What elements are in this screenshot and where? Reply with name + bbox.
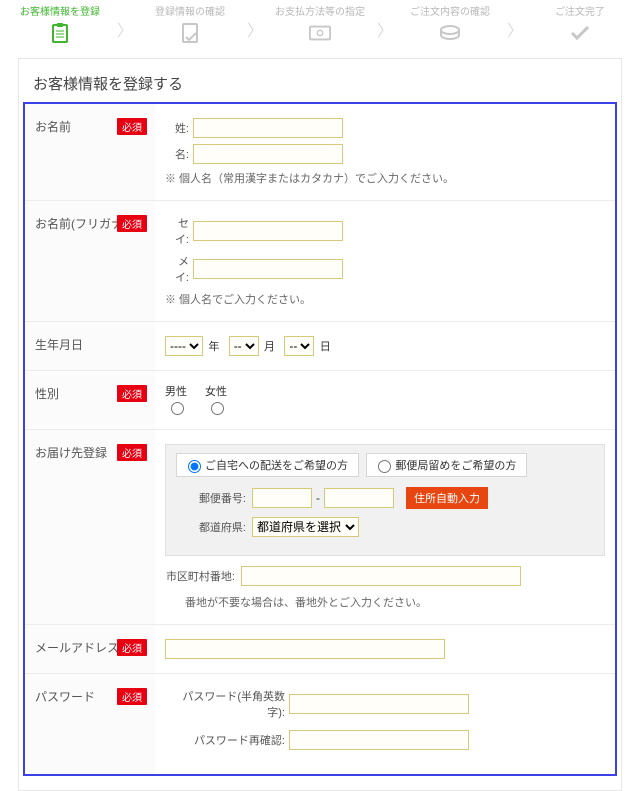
required-badge: 必須: [117, 215, 147, 232]
step-complete: ご注文完了: [534, 6, 626, 44]
required-badge: 必須: [117, 688, 147, 705]
pref-label: 都道府県:: [176, 519, 246, 535]
label-kana: お名前(フリガナ) 必須: [25, 201, 155, 322]
chevron-right-icon: 〉: [247, 24, 263, 40]
password-confirm-label: パスワード再確認:: [165, 732, 285, 748]
firstname-label: 名:: [165, 146, 189, 162]
chevron-right-icon: 〉: [377, 24, 393, 40]
step-payment: お支払方法等の指定: [274, 6, 366, 44]
kana-note: ※ 個人名でご入力ください。: [165, 291, 605, 307]
email-input[interactable]: [165, 639, 445, 659]
gender-male-label: 男性: [165, 385, 187, 399]
city-label: 市区町村番地:: [165, 568, 235, 584]
firstname-input[interactable]: [193, 144, 343, 164]
delivery-home-radio[interactable]: [188, 460, 201, 473]
zip-label: 郵便番号:: [176, 490, 246, 506]
delivery-office-radio[interactable]: [378, 460, 391, 473]
birth-day-select[interactable]: --: [284, 336, 314, 356]
label-birth: 生年月日: [25, 322, 155, 371]
required-badge: 必須: [117, 118, 147, 135]
label-gender: 性別 必須: [25, 371, 155, 430]
required-badge: 必須: [117, 639, 147, 656]
address-block: ご自宅への配送をご希望の方 郵便局留めをご希望の方 郵便番号: -: [165, 444, 605, 556]
chevron-right-icon: 〉: [117, 24, 133, 40]
page-title: お客様情報を登録する: [19, 59, 621, 102]
required-badge: 必須: [117, 385, 147, 402]
required-badge: 必須: [117, 444, 147, 461]
document-check-icon: [179, 22, 201, 44]
money-icon: [309, 22, 331, 44]
address-autofill-button[interactable]: 住所自動入力: [406, 487, 488, 509]
label-password: パスワード 必須: [25, 674, 155, 775]
zip1-input[interactable]: [252, 488, 312, 508]
zip2-input[interactable]: [324, 488, 394, 508]
step-confirm-info: 登録情報の確認: [144, 6, 236, 44]
checkout-steps: お客様情報を登録 〉 登録情報の確認 〉 お支払方法等の指定 〉 ご注文内容の確…: [0, 0, 640, 48]
delivery-home-tab[interactable]: ご自宅への配送をご希望の方: [176, 453, 359, 477]
label-name: お名前 必須: [25, 104, 155, 201]
kana-firstname-label: メイ:: [165, 253, 189, 285]
birth-month-select[interactable]: --: [229, 336, 259, 356]
clipboard-icon: [49, 22, 71, 44]
kana-lastname-label: セイ:: [165, 215, 189, 247]
gender-female-radio[interactable]: [211, 402, 224, 415]
name-note: ※ 個人名（常用漢字またはカタカナ）でご入力ください。: [165, 170, 605, 186]
label-address: お届け先登録 必須: [25, 430, 155, 625]
coin-icon: [439, 22, 461, 44]
password-input[interactable]: [289, 694, 469, 714]
lastname-input[interactable]: [193, 118, 343, 138]
prefecture-select[interactable]: 都道府県を選択: [252, 517, 359, 537]
check-icon: [569, 22, 591, 44]
birth-year-select[interactable]: ----: [165, 336, 203, 356]
form-table: お名前 必須 姓: 名: ※ 個人名（常用漢字またはカタカナ）でご入力ください。: [25, 104, 615, 774]
delivery-office-tab[interactable]: 郵便局留めをご希望の方: [366, 453, 527, 477]
city-note: 番地が不要な場合は、番地外とご入力ください。: [185, 594, 605, 610]
gender-female-label: 女性: [205, 385, 227, 399]
city-input[interactable]: [241, 566, 521, 586]
kana-firstname-input[interactable]: [193, 259, 343, 279]
password-label: パスワード(半角英数字):: [165, 688, 285, 720]
step-register: お客様情報を登録: [14, 6, 106, 44]
password-confirm-input[interactable]: [289, 730, 469, 750]
kana-lastname-input[interactable]: [193, 221, 343, 241]
label-email: メールアドレス 必須: [25, 625, 155, 674]
highlight-frame: お名前 必須 姓: 名: ※ 個人名（常用漢字またはカタカナ）でご入力ください。: [23, 102, 617, 776]
gender-male-radio[interactable]: [171, 402, 184, 415]
lastname-label: 姓:: [165, 120, 189, 136]
register-panel: お客様情報を登録する お名前 必須 姓: 名:: [18, 58, 622, 791]
chevron-right-icon: 〉: [507, 24, 523, 40]
step-confirm-order: ご注文内容の確認: [404, 6, 496, 44]
